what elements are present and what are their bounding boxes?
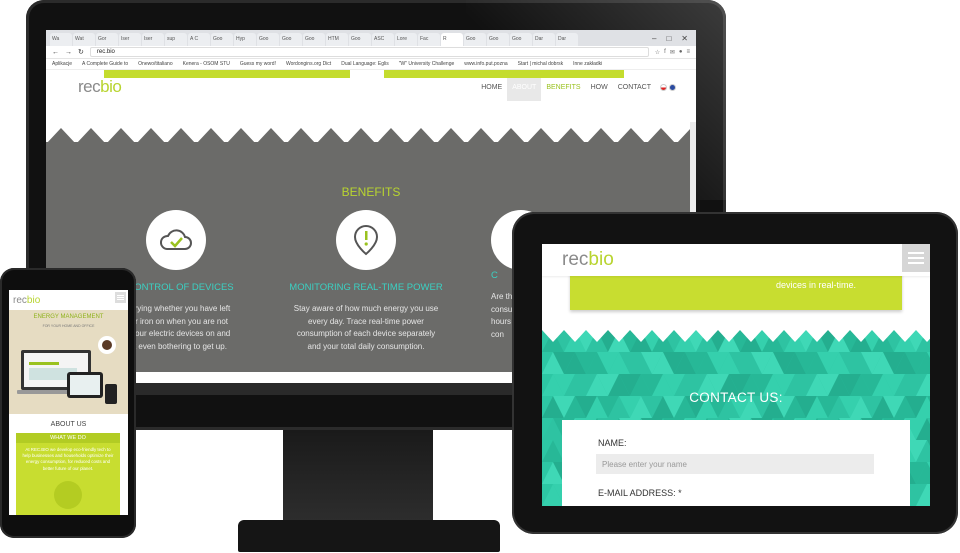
window-controls: – □ ✕ bbox=[644, 34, 696, 46]
bookmark-item[interactable]: "W" University Challenge bbox=[399, 61, 455, 67]
extension-icons: ☆ f ✉ ● ≡ bbox=[655, 49, 690, 56]
hero-subtitle: FOR YOUR HOME AND OFFICE bbox=[42, 324, 95, 328]
browser-tab[interactable]: Wa bbox=[50, 33, 72, 46]
tablet-logo[interactable]: recbio bbox=[562, 249, 614, 271]
forward-icon[interactable]: → bbox=[65, 49, 72, 56]
bookmark-item[interactable]: Dual Language: Eglis bbox=[341, 61, 389, 67]
browser-tab[interactable]: Gor bbox=[96, 33, 118, 46]
browser-tab[interactable]: Goo bbox=[257, 33, 279, 46]
bookmark-item[interactable]: Guess my word! bbox=[240, 61, 276, 67]
tablet-screen: devices in real-time. CONTACT US: NAME: … bbox=[542, 244, 930, 506]
browser-tab[interactable]: A C bbox=[188, 33, 210, 46]
phone-navbar: recbio bbox=[9, 290, 128, 310]
bookmark-item[interactable]: A Complete Guide to bbox=[82, 61, 128, 67]
hero-title: ENERGY MANAGEMENT bbox=[33, 314, 104, 320]
browser-tab[interactable]: Iser bbox=[119, 33, 141, 46]
browser-tab[interactable]: Goo bbox=[487, 33, 509, 46]
bookmark-item[interactable]: Inne zakładki bbox=[573, 61, 602, 67]
reload-icon[interactable]: ↻ bbox=[78, 48, 84, 56]
bookmark-item[interactable]: Kenera - OSOM STU bbox=[183, 61, 230, 67]
browser-tab[interactable]: Dar bbox=[556, 33, 578, 46]
browser-tab[interactable]: Goo bbox=[464, 33, 486, 46]
hamburger-menu-icon[interactable] bbox=[115, 292, 126, 303]
site-navbar: recbio HOME ABOUT BENEFITS HOW CONTACT bbox=[46, 70, 696, 104]
facebook-icon[interactable]: f bbox=[664, 49, 666, 56]
browser-tab[interactable]: Goo bbox=[349, 33, 371, 46]
browser-url-bar: ← → ↻ rec.bio ☆ f ✉ ● ≡ bbox=[46, 46, 696, 59]
tablet-device: devices in real-time. CONTACT US: NAME: … bbox=[512, 212, 958, 534]
stage: Wa Wat Gor Iser Iser sup A C Goo Hyp Goo Goo Goo HTM… bbox=[0, 0, 960, 553]
browser-tab[interactable]: HTM bbox=[326, 33, 348, 46]
browser-tab[interactable]: Iser bbox=[142, 33, 164, 46]
email-label: E-MAIL ADDRESS: * bbox=[598, 488, 682, 498]
browser-tab[interactable]: Fac bbox=[418, 33, 440, 46]
site-logo[interactable]: recbio bbox=[78, 77, 122, 97]
browser-tab[interactable]: Goo bbox=[211, 33, 233, 46]
name-input[interactable]: Please enter your name bbox=[596, 454, 874, 474]
feature-text: Stay aware of how much energy you use ev… bbox=[293, 304, 439, 351]
close-icon[interactable]: ✕ bbox=[681, 34, 688, 43]
browser-tab[interactable]: Goo bbox=[280, 33, 302, 46]
browser-tab-bar: Wa Wat Gor Iser Iser sup A C Goo Hyp Goo Goo Goo HTM… bbox=[46, 30, 696, 46]
bookmark-item[interactable]: Start | michal dobrsk bbox=[518, 61, 563, 67]
browser-tab[interactable]: Goo bbox=[303, 33, 325, 46]
language-flags bbox=[660, 83, 676, 91]
bookmark-item[interactable]: Onewo/titaliano bbox=[138, 61, 172, 67]
hamburger-menu-icon[interactable] bbox=[902, 244, 930, 272]
about-title: ABOUT US bbox=[50, 421, 87, 428]
name-label: NAME: bbox=[598, 438, 627, 448]
browser-tab[interactable]: Lore bbox=[395, 33, 417, 46]
benefits-title: BENEFITS bbox=[341, 185, 401, 199]
bookmark-item[interactable]: Wordongins.org Dict bbox=[286, 61, 331, 67]
monitor-stand-base bbox=[238, 520, 500, 552]
address-input[interactable]: rec.bio bbox=[89, 47, 649, 57]
browser-tab[interactable]: Goo bbox=[510, 33, 532, 46]
minimize-icon[interactable]: – bbox=[652, 34, 656, 43]
browser-tab[interactable]: ASC bbox=[372, 33, 394, 46]
monitor-stand-neck bbox=[283, 430, 433, 525]
browser-tab[interactable]: Dar bbox=[533, 33, 555, 46]
browser-tab[interactable]: sup bbox=[165, 33, 187, 46]
leaf-icon bbox=[54, 481, 82, 509]
maximize-icon[interactable]: □ bbox=[666, 34, 671, 43]
bookmark-item[interactable]: www.info.put.pozna bbox=[464, 61, 507, 67]
green-card-text: devices in real-time. bbox=[775, 280, 856, 290]
menu-icon[interactable]: ≡ bbox=[686, 49, 690, 56]
feature-title: MONITORING REAL-TIME POWER bbox=[289, 282, 443, 293]
card-text: At REC.BIO we develop eco-friendly tech … bbox=[22, 447, 114, 471]
browser-tab[interactable]: R bbox=[441, 33, 463, 46]
english-flag-icon[interactable] bbox=[669, 83, 676, 91]
phone-hero: ENERGY MANAGEMENT FOR YOUR HOME AND OFFI… bbox=[9, 310, 128, 414]
back-icon[interactable]: ← bbox=[52, 49, 59, 56]
contact-title: CONTACT US: bbox=[689, 390, 783, 405]
alert-pin-icon bbox=[336, 210, 396, 270]
mail-icon[interactable]: ✉ bbox=[670, 49, 675, 56]
contact-form: NAME: Please enter your name E-MAIL ADDR… bbox=[562, 420, 910, 506]
adblock-icon[interactable]: ● bbox=[679, 49, 683, 56]
tablet-navbar: recbio bbox=[542, 244, 930, 276]
phone-device: recbio ENERGY MANAGEMENT FOR YOUR HOME A… bbox=[0, 268, 136, 538]
bookmark-item[interactable]: Aplikacje bbox=[52, 61, 72, 67]
card-title: WHAT WE DO bbox=[16, 433, 120, 443]
browser-tab[interactable]: Hyp bbox=[234, 33, 256, 46]
green-card-left bbox=[104, 70, 350, 78]
what-we-do-card: WHAT WE DO At REC.BIO we develop eco-fri… bbox=[16, 433, 120, 515]
cloud-check-icon bbox=[146, 210, 206, 270]
star-icon[interactable]: ☆ bbox=[655, 49, 660, 56]
green-card-right bbox=[384, 70, 624, 78]
feature-monitoring: MONITORING REAL-TIME POWER Stay aware of… bbox=[281, 210, 451, 353]
bookmarks-bar: Aplikacje A Complete Guide to Onewo/titali… bbox=[46, 59, 696, 70]
phone-screen: recbio ENERGY MANAGEMENT FOR YOUR HOME A… bbox=[9, 290, 128, 515]
polish-flag-icon[interactable] bbox=[660, 83, 667, 91]
phone-logo[interactable]: recbio bbox=[13, 295, 40, 306]
browser-tab[interactable]: Wat bbox=[73, 33, 95, 46]
